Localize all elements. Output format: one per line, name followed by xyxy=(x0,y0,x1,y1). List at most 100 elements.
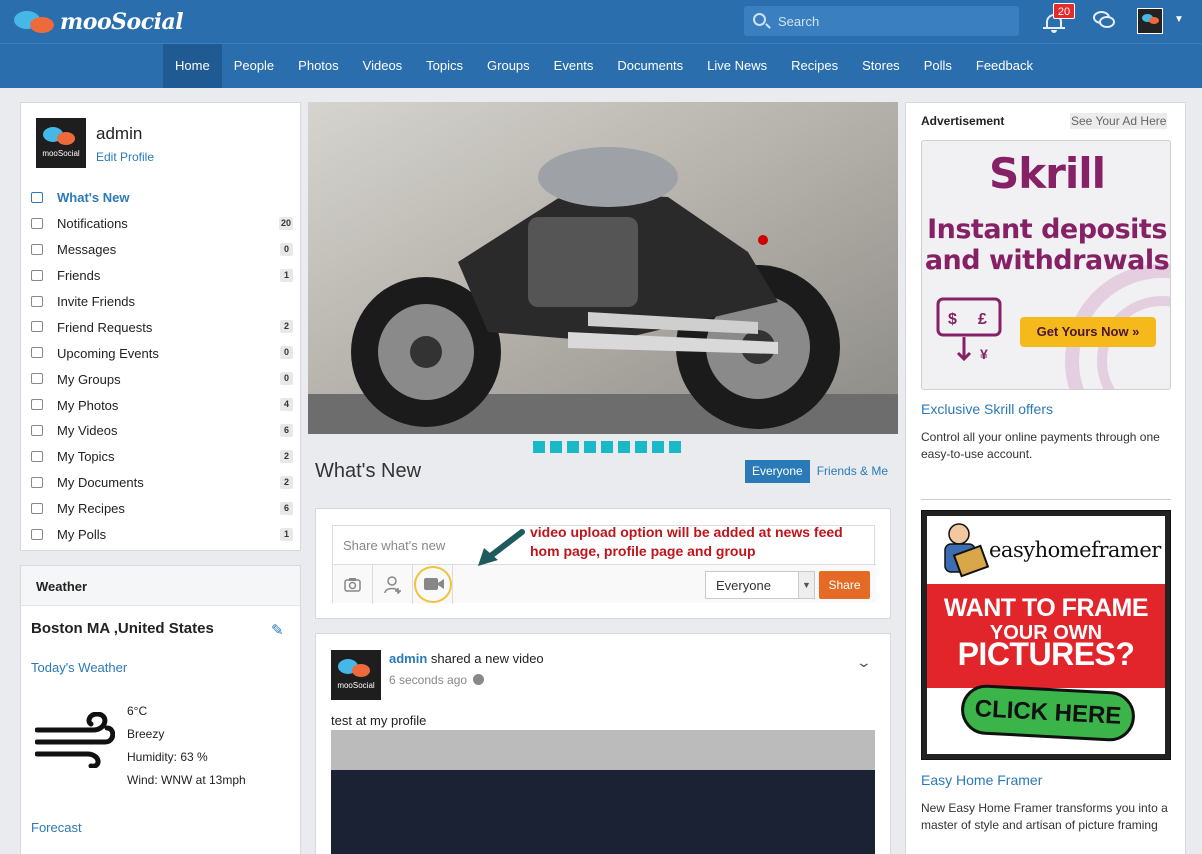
nav-item-groups[interactable]: Groups xyxy=(475,44,542,88)
nav-item-polls[interactable]: Polls xyxy=(912,44,964,88)
nav-item-events[interactable]: Events xyxy=(542,44,606,88)
nav-item-live-news[interactable]: Live News xyxy=(695,44,779,88)
slider-dot[interactable] xyxy=(669,441,681,453)
sidebar-item-notifications[interactable]: Notifications 20 xyxy=(21,211,302,237)
slider-dot[interactable] xyxy=(550,441,562,453)
sidebar-item-label: My Groups xyxy=(57,371,121,387)
nav-item-topics[interactable]: Topics xyxy=(414,44,475,88)
slider-dot[interactable] xyxy=(584,441,596,453)
count-badge: 0 xyxy=(280,346,293,360)
video-camera-icon xyxy=(424,578,444,590)
slider-dot[interactable] xyxy=(652,441,664,453)
photo-upload-button[interactable] xyxy=(333,565,373,604)
sidebar-item-friend-requests[interactable]: Friend Requests 2 xyxy=(21,314,302,340)
tab-everyone[interactable]: Everyone xyxy=(745,460,810,483)
nav-item-documents[interactable]: Documents xyxy=(605,44,695,88)
count-badge: 1 xyxy=(280,268,293,282)
sidebar-item-my-videos[interactable]: My Videos 6 xyxy=(21,418,302,444)
nav-item-recipes[interactable]: Recipes xyxy=(779,44,850,88)
count-badge: 2 xyxy=(280,449,293,463)
messages-chat-icon[interactable] xyxy=(1093,11,1115,31)
nav-item-people[interactable]: People xyxy=(222,44,286,88)
nav-item-videos[interactable]: Videos xyxy=(351,44,415,88)
video-player[interactable] xyxy=(331,730,875,854)
nav-item-home[interactable]: Home xyxy=(163,44,222,88)
main-nav: Home People Photos Videos Topics Groups Events… xyxy=(0,43,1202,88)
slider-dot[interactable] xyxy=(635,441,647,453)
sidebar-item-label: Friends xyxy=(57,268,101,284)
logo-text: mooSocial xyxy=(60,9,184,35)
sidebar-item-my-documents[interactable]: My Documents 2 xyxy=(21,470,302,496)
sidebar-item-what-s-new[interactable]: What's New xyxy=(21,185,302,211)
user-avatar[interactable] xyxy=(1137,8,1163,34)
share-toolbar: Everyone ▼ Share xyxy=(333,564,876,604)
poll-icon xyxy=(31,528,43,540)
document-icon xyxy=(31,476,43,488)
globe-icon xyxy=(473,674,485,685)
tab-friends-and-me[interactable]: Friends & Me xyxy=(810,460,895,483)
chevron-down-icon[interactable]: ▼ xyxy=(1174,14,1184,25)
group-icon xyxy=(31,373,43,385)
video-upload-button[interactable] xyxy=(413,565,453,604)
logo[interactable]: mooSocial xyxy=(14,7,184,37)
slider-dot[interactable] xyxy=(533,441,545,453)
sidebar-item-messages[interactable]: Messages 0 xyxy=(21,237,302,263)
search-icon xyxy=(753,13,766,26)
sidebar-item-upcoming-events[interactable]: Upcoming Events 0 xyxy=(21,340,302,366)
slider-dot[interactable] xyxy=(618,441,630,453)
profile-avatar[interactable]: mooSocial xyxy=(36,118,86,168)
slider-dot[interactable] xyxy=(601,441,613,453)
weather-condition: Breezy xyxy=(127,727,165,741)
nav-item-feedback[interactable]: Feedback xyxy=(964,44,1045,88)
feed-post: mooSocial admin shared a new video 6 sec… xyxy=(315,633,891,854)
post-author-avatar[interactable]: mooSocial xyxy=(331,650,381,700)
sidebar-item-my-topics[interactable]: My Topics 2 xyxy=(21,444,302,470)
post-timestamp: 6 seconds ago xyxy=(389,673,485,687)
skrill-ad-banner[interactable]: Skrill Instant deposits and withdrawals … xyxy=(921,140,1171,390)
skrill-cta-button[interactable]: Get Yours Now » xyxy=(1020,317,1156,347)
ehf-click-here-button[interactable]: CLICK HERE xyxy=(959,683,1137,743)
currency-exchange-icon: $ £ ¥ xyxy=(936,297,1002,362)
edit-profile-link[interactable]: Edit Profile xyxy=(96,150,154,164)
slider-dot[interactable] xyxy=(567,441,579,453)
chevron-down-icon: ▼ xyxy=(798,572,814,598)
share-button[interactable]: Share xyxy=(819,571,870,599)
post-header: admin shared a new video xyxy=(389,651,544,666)
sidebar-item-label: Invite Friends xyxy=(57,294,136,309)
motorcycle-photo xyxy=(308,102,898,434)
topic-icon xyxy=(31,450,43,462)
privacy-select[interactable]: Everyone ▼ xyxy=(705,571,815,599)
post-author-link[interactable]: admin xyxy=(389,651,427,666)
nav-item-photos[interactable]: Photos xyxy=(286,44,350,88)
video-thumbnail xyxy=(331,770,875,854)
skrill-ad-title[interactable]: Exclusive Skrill offers xyxy=(921,401,1053,417)
hero-slider-image[interactable] xyxy=(308,102,898,434)
sidebar-item-my-groups[interactable]: My Groups 0 xyxy=(21,366,302,392)
weather-humidity: Humidity: 63 % xyxy=(127,750,208,764)
profile-name[interactable]: admin xyxy=(96,124,142,144)
pencil-icon[interactable]: ✎ xyxy=(271,621,287,639)
share-input[interactable] xyxy=(333,526,483,564)
sidebar-item-my-polls[interactable]: My Polls 1 xyxy=(21,522,302,548)
easyhomeframer-ad-banner[interactable]: easyhomeframer WANT TO FRAME YOUR OWN PI… xyxy=(921,510,1171,760)
logo-bubbles-icon xyxy=(14,8,58,36)
ehf-ad-title[interactable]: Easy Home Framer xyxy=(921,772,1042,788)
framer-mascot-icon xyxy=(944,523,989,578)
todays-weather-link[interactable]: Today's Weather xyxy=(31,660,127,675)
search-box[interactable] xyxy=(744,6,1019,36)
ehf-red-panel: WANT TO FRAME YOUR OWN PICTURES? xyxy=(927,584,1165,688)
sidebar-item-my-recipes[interactable]: My Recipes 6 xyxy=(21,496,302,522)
see-your-ad-link[interactable]: See Your Ad Here xyxy=(1070,113,1168,129)
nav-item-stores[interactable]: Stores xyxy=(850,44,912,88)
sidebar-item-friends[interactable]: Friends 1 xyxy=(21,263,302,289)
sidebar-item-my-photos[interactable]: My Photos 4 xyxy=(21,392,302,418)
search-input[interactable] xyxy=(778,10,1008,32)
forecast-link[interactable]: Forecast xyxy=(31,820,82,835)
svg-text:$: $ xyxy=(948,311,957,328)
sidebar-item-invite-friends[interactable]: Invite Friends xyxy=(21,289,302,315)
notification-count-badge: 20 xyxy=(1053,3,1075,19)
annotation-arrow-icon xyxy=(478,529,525,566)
advertisement-column: Advertisement See Your Ad Here Skrill In… xyxy=(905,102,1186,854)
chevron-down-icon[interactable]: ⌄ xyxy=(856,654,872,671)
tag-friend-button[interactable] xyxy=(373,565,413,604)
